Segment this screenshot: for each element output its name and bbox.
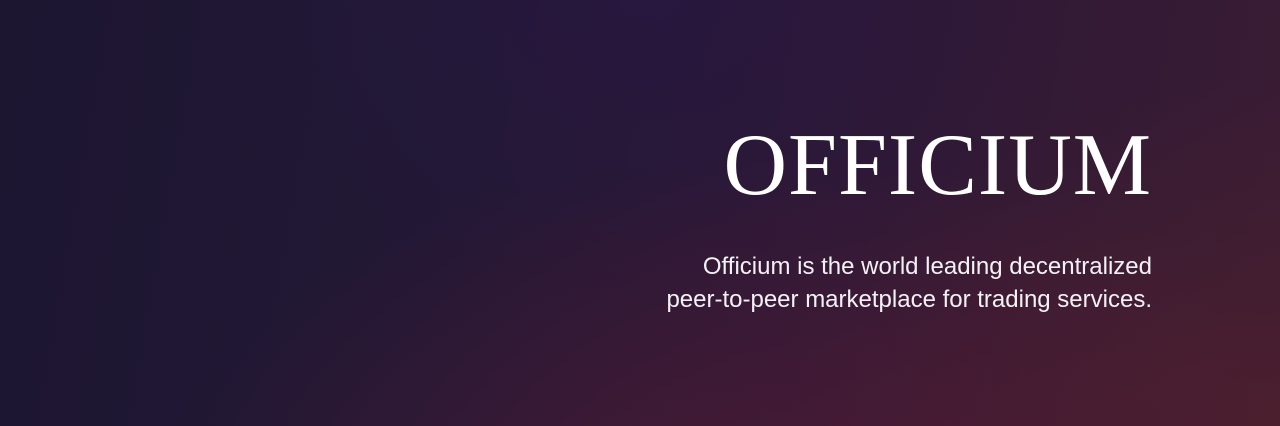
tagline-line-2: peer-to-peer marketplace for trading ser…	[666, 286, 1152, 313]
hero-tagline: Officium is the world leading decentrali…	[666, 250, 1152, 316]
tagline-line-1: Officium is the world leading decentrali…	[702, 253, 1152, 280]
brand-title: OFFICIUM	[723, 117, 1152, 214]
hero-section: OFFICIUM Officium is the world leading d…	[666, 118, 1152, 316]
